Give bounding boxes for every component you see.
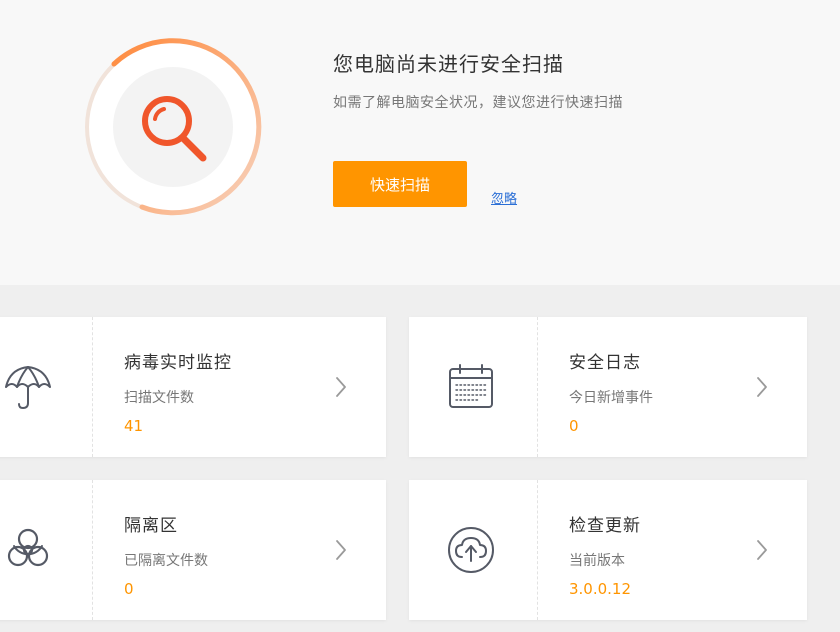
scan-status-subtitle: 如需了解电脑安全状况，建议您进行快速扫描 bbox=[333, 95, 623, 111]
check-update-card[interactable]: 检查更新 当前版本 3.0.0.12 bbox=[409, 480, 807, 620]
card-divider bbox=[537, 317, 538, 457]
calendar-icon bbox=[445, 361, 497, 413]
biohazard-icon bbox=[2, 524, 54, 576]
scan-status-ring bbox=[82, 36, 264, 218]
check-update-info: 检查更新 当前版本 3.0.0.12 bbox=[569, 514, 641, 598]
card-value: 41 bbox=[124, 417, 144, 435]
chevron-right-icon[interactable] bbox=[755, 538, 769, 562]
chevron-right-icon[interactable] bbox=[755, 375, 769, 399]
card-label: 已隔离文件数 bbox=[124, 553, 208, 569]
search-icon bbox=[142, 96, 207, 162]
card-value: 3.0.0.12 bbox=[569, 580, 632, 598]
chevron-right-icon[interactable] bbox=[334, 538, 348, 562]
card-label: 扫描文件数 bbox=[124, 390, 194, 406]
card-divider bbox=[537, 480, 538, 620]
ignore-link[interactable]: 忽略 bbox=[491, 188, 517, 207]
quarantine-info: 隔离区 已隔离文件数 0 bbox=[124, 514, 208, 598]
card-divider bbox=[92, 317, 93, 457]
quarantine-card[interactable]: 隔离区 已隔离文件数 0 bbox=[0, 480, 386, 620]
realtime-monitor-card[interactable]: 病毒实时监控 扫描文件数 41 bbox=[0, 317, 386, 457]
card-value: 0 bbox=[569, 417, 579, 435]
security-log-card[interactable]: 安全日志 今日新增事件 0 bbox=[409, 317, 807, 457]
card-value: 0 bbox=[124, 580, 134, 598]
card-label: 今日新增事件 bbox=[569, 390, 653, 406]
card-divider bbox=[92, 480, 93, 620]
chevron-right-icon[interactable] bbox=[334, 375, 348, 399]
card-title: 安全日志 bbox=[569, 353, 641, 373]
umbrella-icon bbox=[2, 361, 54, 413]
scan-status-panel: 您电脑尚未进行安全扫描 如需了解电脑安全状况，建议您进行快速扫描 快速扫描 忽略 bbox=[0, 0, 840, 285]
security-log-info: 安全日志 今日新增事件 0 bbox=[569, 351, 653, 435]
realtime-monitor-info: 病毒实时监控 扫描文件数 41 bbox=[124, 351, 232, 435]
card-title: 隔离区 bbox=[124, 516, 178, 536]
quick-scan-button[interactable]: 快速扫描 bbox=[333, 161, 467, 207]
scan-status-title: 您电脑尚未进行安全扫描 bbox=[333, 52, 564, 76]
card-title: 检查更新 bbox=[569, 516, 641, 536]
card-title: 病毒实时监控 bbox=[124, 353, 232, 373]
upload-cloud-icon bbox=[445, 524, 497, 576]
card-label: 当前版本 bbox=[569, 553, 625, 569]
